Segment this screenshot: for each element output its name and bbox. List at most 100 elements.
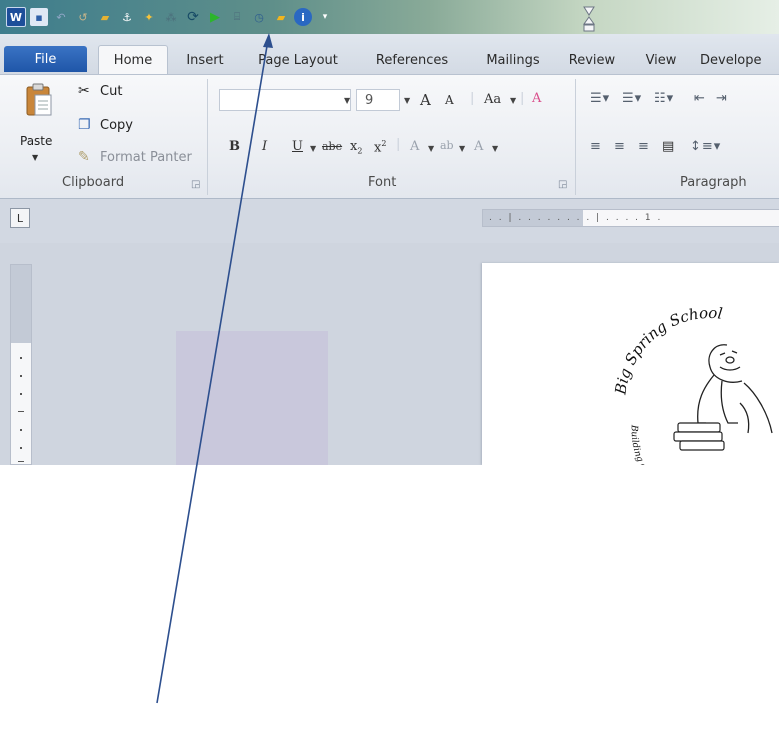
italic-button[interactable]: I — [262, 139, 267, 154]
bracket-icon[interactable]: ⌸ — [228, 8, 246, 26]
font-name-dropdown-icon[interactable]: ▼ — [344, 96, 350, 105]
clear-formatting-button[interactable]: A — [532, 91, 541, 106]
shrink-font-button[interactable]: A — [445, 93, 454, 107]
vertical-ruler[interactable] — [10, 264, 32, 465]
document-area: Big Spring School Building on the Past ❦… — [0, 243, 779, 465]
tab-insert[interactable]: Insert — [178, 48, 232, 72]
tab-developer[interactable]: Develope — [700, 48, 779, 72]
clipboard-group-label: Clipboard — [62, 175, 125, 190]
format-painter-button[interactable]: ✎ Format Panter — [78, 149, 192, 165]
ruler-tick — [20, 447, 22, 449]
undo-icon[interactable]: ↶ — [52, 8, 70, 26]
customize-icon[interactable]: ▾ — [316, 8, 334, 26]
ruler-tick — [20, 393, 22, 395]
decrease-indent-icon[interactable]: ⇤ — [694, 91, 706, 106]
tab-mailings[interactable]: Mailings — [478, 48, 548, 72]
bold-button[interactable]: B — [229, 139, 240, 154]
divider: | — [520, 91, 525, 106]
font-name-input[interactable] — [219, 89, 351, 111]
change-case-button[interactable]: Aa — [484, 92, 501, 107]
tag-icon[interactable]: ✦ — [140, 8, 158, 26]
anchor-icon[interactable]: ⚓ — [118, 8, 136, 26]
divider: | — [470, 91, 475, 106]
ruler-tick — [20, 429, 22, 431]
ruler-tick — [18, 461, 24, 462]
line-spacing-icon[interactable]: ↕≡▾ — [690, 139, 721, 154]
font-color-button[interactable]: A — [474, 139, 483, 154]
format-painter-label: Format Panter — [100, 149, 192, 165]
grid-icon[interactable]: ⁂ — [162, 8, 180, 26]
increase-indent-icon[interactable]: ⇥ — [716, 91, 728, 106]
numbering-icon[interactable]: ☰▾ — [622, 91, 642, 106]
copy-label: Copy — [100, 117, 133, 133]
ribbon-tabs: File Home Insert Page Layout References … — [0, 34, 779, 75]
ruler-marks: . . | . . . . . . . . | . . . . 1 . — [489, 213, 663, 223]
highlighted-region — [176, 331, 328, 465]
clock-icon[interactable]: ◷ — [250, 8, 268, 26]
bullets-icon[interactable]: ☰▾ — [590, 91, 610, 106]
strikethrough-button[interactable]: abe — [322, 140, 342, 153]
paste-icon[interactable] — [24, 83, 54, 119]
font-group-label: Font — [368, 175, 397, 190]
font-size-dropdown-icon[interactable]: ▼ — [404, 96, 410, 105]
play-icon[interactable]: ▶ — [206, 8, 224, 26]
align-left-icon[interactable]: ≡ — [590, 139, 602, 154]
tab-file[interactable]: File — [4, 46, 87, 72]
clipboard-launcher-icon[interactable]: ◲ — [191, 179, 200, 190]
redo-icon[interactable]: ↺ — [74, 8, 92, 26]
tab-page-layout[interactable]: Page Layout — [252, 48, 344, 72]
highlight-dropdown-icon[interactable]: ▼ — [459, 144, 465, 153]
svg-text:Big Spring School: Big Spring School — [611, 304, 724, 397]
tab-review[interactable]: Review — [565, 48, 619, 72]
change-case-dropdown-icon[interactable]: ▼ — [510, 96, 516, 105]
text-effects-button[interactable]: A — [410, 139, 419, 154]
horizontal-ruler[interactable]: . . | . . . . . . . . | . . . . 1 . — [482, 209, 779, 227]
superscript-button[interactable]: x2 — [374, 139, 386, 155]
word-window: W ▪ ↶ ↺ ▰ ⚓ ✦ ⁂ ⟳ ▶ ⌸ ◷ ▰ i ▾ File Home … — [0, 0, 779, 465]
save-icon[interactable]: ▪ — [30, 8, 48, 26]
text-effects-dropdown-icon[interactable]: ▼ — [428, 144, 434, 153]
ruler-tick — [20, 375, 22, 377]
underline-dropdown-icon[interactable]: ▼ — [310, 144, 316, 153]
multilevel-list-icon[interactable]: ☷▾ — [654, 91, 674, 106]
grow-font-button[interactable]: A — [420, 91, 431, 109]
tab-view[interactable]: View — [640, 48, 682, 72]
word-logo-icon[interactable]: W — [6, 7, 26, 27]
refresh-icon[interactable]: ⟳ — [184, 8, 202, 26]
quick-access-toolbar: W ▪ ↶ ↺ ▰ ⚓ ✦ ⁂ ⟳ ▶ ⌸ ◷ ▰ i ▾ — [0, 0, 779, 34]
align-right-icon[interactable]: ≡ — [638, 139, 650, 154]
ruler-margin — [11, 265, 31, 343]
underline-button[interactable]: U — [292, 139, 303, 154]
subscript-button[interactable]: x2 — [350, 139, 362, 156]
indent-marker-icon[interactable] — [583, 6, 595, 34]
paragraph-group-label: Paragraph — [680, 175, 747, 190]
document-page[interactable]: Big Spring School Building on the Past ❦… — [482, 263, 779, 465]
font-launcher-icon[interactable]: ◲ — [558, 179, 567, 190]
paste-dropdown-icon[interactable]: ▼ — [32, 153, 38, 162]
folder-icon[interactable]: ▰ — [96, 8, 114, 26]
tab-selector-button[interactable]: L — [10, 208, 30, 228]
justify-icon[interactable]: ▤ — [662, 139, 675, 154]
divider: | — [396, 137, 401, 152]
group-divider — [207, 79, 208, 195]
font-color-dropdown-icon[interactable]: ▼ — [492, 144, 498, 153]
cut-button[interactable]: ✂ Cut — [78, 83, 122, 99]
open-folder-icon[interactable]: ▰ — [272, 8, 290, 26]
copy-button[interactable]: ❐ Copy — [78, 117, 133, 133]
tab-home[interactable]: Home — [98, 45, 168, 75]
align-center-icon[interactable]: ≡ — [614, 139, 626, 154]
cut-label: Cut — [100, 83, 123, 99]
info-icon[interactable]: i — [294, 8, 312, 26]
school-logo: Big Spring School Building on the Past ❦… — [611, 304, 773, 465]
ruler-tick — [18, 411, 24, 412]
ruler-tick — [20, 357, 22, 359]
paintbrush-icon: ✎ — [78, 149, 90, 165]
group-divider — [575, 79, 576, 195]
paste-button[interactable]: Paste — [20, 134, 52, 148]
scissors-icon: ✂ — [78, 83, 90, 99]
highlight-button[interactable]: ab — [440, 139, 454, 152]
copy-icon: ❐ — [78, 117, 91, 133]
ribbon: Paste ▼ ✂ Cut ❐ Copy ✎ Format Panter Cli… — [0, 74, 779, 199]
tab-references[interactable]: References — [362, 48, 462, 72]
font-size-input[interactable]: 9 — [356, 89, 400, 111]
